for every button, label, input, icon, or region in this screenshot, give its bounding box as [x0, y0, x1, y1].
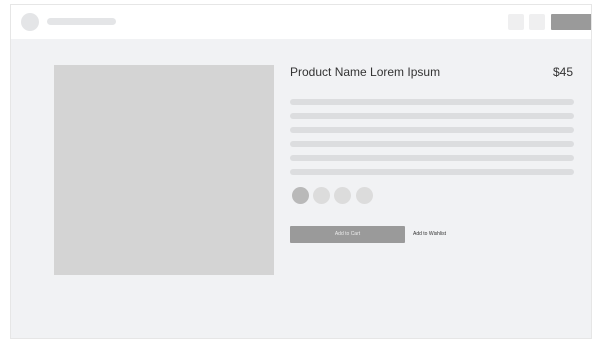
color-swatch-2[interactable] — [313, 187, 330, 204]
app-window: Product Name Lorem Ipsum $45 Add to Cart… — [10, 4, 592, 339]
color-swatch-4[interactable] — [356, 187, 373, 204]
description-line — [290, 141, 574, 147]
toolbar-icon-button-1[interactable] — [508, 14, 524, 30]
toolbar-primary-button[interactable] — [551, 14, 591, 30]
product-name: Product Name Lorem Ipsum — [290, 65, 441, 79]
toolbar-icon-button-2[interactable] — [529, 14, 545, 30]
color-swatch-1[interactable] — [292, 187, 309, 204]
add-to-cart-button[interactable]: Add to Cart — [290, 226, 405, 243]
description-line — [290, 155, 574, 161]
avatar[interactable] — [21, 13, 39, 31]
product-price: $45 — [552, 65, 573, 79]
product-image — [54, 65, 274, 275]
description-line — [290, 127, 574, 133]
top-bar — [11, 5, 591, 39]
description-line — [290, 169, 574, 175]
site-title-placeholder — [47, 18, 116, 25]
color-swatch-3[interactable] — [334, 187, 351, 204]
description-line — [290, 113, 574, 119]
add-to-wishlist-link[interactable]: Add to Wishlist — [413, 226, 446, 243]
description-line — [290, 99, 574, 105]
